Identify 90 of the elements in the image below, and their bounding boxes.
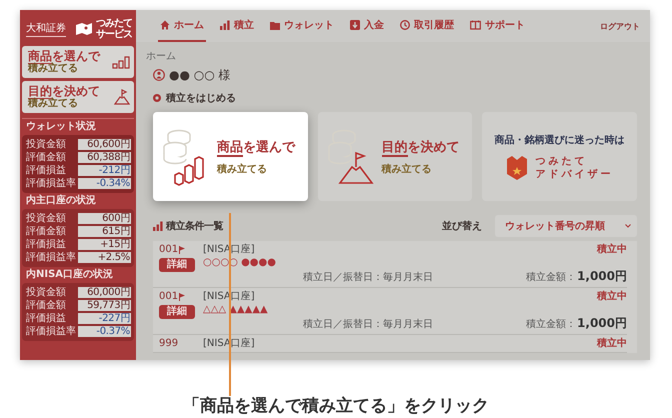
nav-tab[interactable]: サポート <box>468 10 527 42</box>
shortcut-button[interactable]: 商品を選んで 積み立てる <box>22 46 134 78</box>
account-type: [NISA口座] <box>203 244 255 256</box>
nav-tab[interactable]: ホーム <box>158 10 206 42</box>
summary-value: +2.5% <box>78 252 131 263</box>
bar-chart-icon <box>112 55 130 69</box>
shortcut-subtitle: 積み立てる <box>28 98 79 110</box>
nav-tab[interactable]: 積立 <box>218 10 256 42</box>
home-icon <box>160 20 170 30</box>
advisor-card[interactable]: 商品・銘柄選びに迷った時は つみたて アドバイザー <box>482 112 637 201</box>
card-subtitle: 積み立てる <box>217 162 268 176</box>
advisor-lead-text: 商品・銘柄選びに迷った時は <box>494 133 625 146</box>
summary-label: 評価損益率 <box>26 178 76 189</box>
account-type: [NISA口座] <box>203 338 255 350</box>
start-option-card[interactable]: 商品を選んで 積み立てる <box>153 112 308 201</box>
plan-number: 001 <box>159 244 178 255</box>
shortcut-button[interactable]: 目的を決めて 積み立てる <box>22 81 134 113</box>
deposit-icon <box>350 20 360 30</box>
plan-status: 積立中 <box>597 338 627 350</box>
amount-value: 1,000円 <box>577 316 627 330</box>
user-icon <box>153 69 165 81</box>
shortcut-title: 目的を決めて <box>28 84 100 98</box>
bar-chart-icon <box>220 20 230 30</box>
summary-value: +15円 <box>78 239 131 250</box>
detail-button[interactable]: 詳細 <box>159 305 195 319</box>
advisor-logo-text: つみたて アドバイザー <box>536 154 614 180</box>
card-subtitle: 積み立てる <box>382 162 433 176</box>
breadcrumb: ホーム <box>146 50 177 63</box>
summary-label: 投資金額 <box>26 213 67 224</box>
summary-heading: 内NISA口座の状況 <box>26 269 114 281</box>
nav-tab[interactable]: ウォレット <box>268 10 336 42</box>
amount-value: 1,000円 <box>577 269 627 283</box>
summary-heading: ウォレット状況 <box>26 121 97 133</box>
plan-number: 999 <box>159 338 178 349</box>
shortcut-subtitle: 積み立てる <box>28 63 79 75</box>
plan-status: 積立中 <box>597 291 627 303</box>
map-icon <box>75 22 93 36</box>
summary-value: -212円 <box>78 165 131 176</box>
list-heading: 積立条件一覧 <box>166 219 223 233</box>
schedule-text: 積立日／振替日：毎月月末日 <box>303 318 433 332</box>
flag-mountain-icon <box>114 89 130 105</box>
card-title: 目的を決めて <box>382 138 460 156</box>
book-icon <box>470 20 481 30</box>
folder-icon <box>270 20 280 30</box>
summary-label: 投資金額 <box>26 287 67 298</box>
summary-value: -0.37% <box>78 326 131 337</box>
summary-value: 60,600円 <box>78 139 131 150</box>
shortcut-title: 商品を選んで <box>28 49 100 63</box>
amount-label: 積立金額： <box>526 318 576 332</box>
amount-label: 積立金額： <box>526 271 576 285</box>
plan-number: 001 <box>159 291 178 302</box>
brand-logo: 大和証券 <box>26 21 66 37</box>
summary-label: 評価金額 <box>26 226 67 237</box>
chevron-down-icon <box>625 224 631 228</box>
summary-label: 評価金額 <box>26 300 67 311</box>
bullet-icon <box>153 94 161 102</box>
logout-link[interactable]: ログアウト <box>600 20 640 32</box>
start-option-card[interactable]: 目的を決めて 積み立てる <box>318 112 472 201</box>
summary-label: 投資金額 <box>26 139 67 150</box>
summary-label: 評価損益 <box>26 239 67 250</box>
nav-tab[interactable]: 取引履歴 <box>398 10 456 42</box>
detail-button[interactable]: 詳細 <box>159 258 195 272</box>
account-type: [NISA口座] <box>203 291 255 303</box>
summary-label: 評価損益率 <box>26 252 76 263</box>
service-logo-text: つみたて サービス <box>96 18 132 40</box>
summary-label: 評価損益 <box>26 165 67 176</box>
plan-status: 積立中 <box>597 244 627 256</box>
user-name: ●● ○○ 様 <box>169 66 231 84</box>
summary-value: 600円 <box>78 213 131 224</box>
summary-label: 評価金額 <box>26 152 67 163</box>
summary-value: 60,388円 <box>78 152 131 163</box>
sort-dropdown[interactable]: ウォレット番号の昇順 <box>495 215 637 237</box>
summary-value: 60,000円 <box>78 287 131 298</box>
instruction-caption: 「商品を選んで積み立てる」をクリック <box>183 396 489 416</box>
summary-value: -0.34% <box>78 178 131 189</box>
summary-heading: 内主口座の状況 <box>26 195 97 207</box>
summary-label: 評価損益 <box>26 313 67 324</box>
card-title: 商品を選んで <box>217 138 295 156</box>
nav-tab[interactable]: 入金 <box>348 10 386 42</box>
summary-value: -227円 <box>78 313 131 324</box>
sort-label: 並び替え <box>442 220 482 233</box>
summary-label: 評価損益率 <box>26 326 76 337</box>
summary-value: 59,773円 <box>78 300 131 311</box>
summary-value: 615円 <box>78 226 131 237</box>
section-heading: 積立をはじめる <box>166 91 236 105</box>
advisor-badge-icon <box>506 154 528 180</box>
clock-icon <box>400 20 410 30</box>
schedule-text: 積立日／振替日：毎月月末日 <box>303 271 433 285</box>
bar-chart-icon <box>153 221 163 231</box>
plan-name: △△△ ▲▲▲▲▲ <box>203 303 269 316</box>
